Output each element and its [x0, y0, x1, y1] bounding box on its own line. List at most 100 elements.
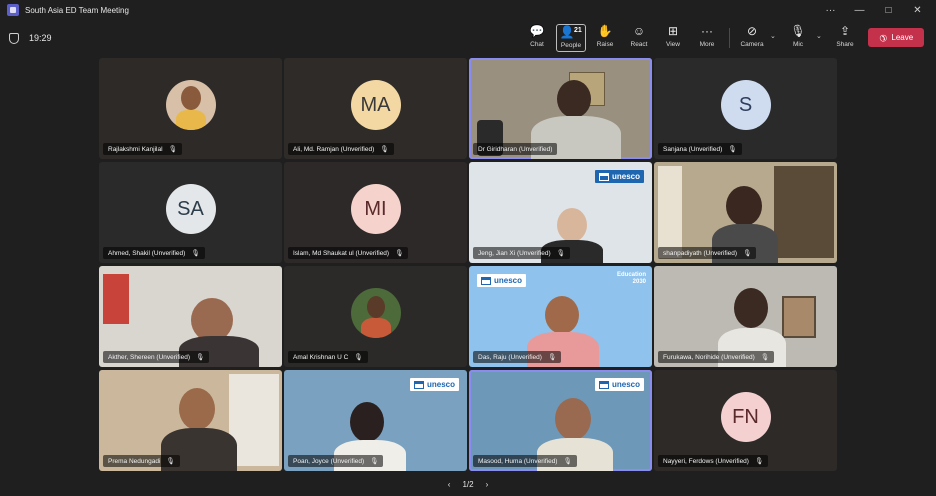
- participant-name-tag: Rajlakshmi Kanjilal 🎙: [103, 143, 182, 155]
- video-grid: Rajlakshmi Kanjilal 🎙 MA Ali, Md. Ramjan…: [99, 58, 837, 472]
- participant-name: Poan, Joyce (Unverified): [293, 457, 365, 465]
- hand-icon: ✋: [597, 24, 613, 38]
- participant-name: Ahmed, Shakil (Unverified): [108, 249, 186, 257]
- participant-tile[interactable]: unesco Jeng, Jian Xi (Unverified) 🎙: [469, 162, 652, 263]
- participant-head: [545, 296, 579, 334]
- participant-tile[interactable]: Dr Giridharan (Unverified): [469, 58, 652, 159]
- camera-button[interactable]: ⊘ Camera: [737, 24, 767, 52]
- page-indicator: 1/2: [462, 479, 474, 489]
- participant-name: Masood, Huma (Unverified): [478, 457, 558, 465]
- mic-off-icon: 🎙: [395, 250, 404, 257]
- share-button[interactable]: ⇪ Share: [830, 24, 860, 52]
- participant-tile[interactable]: S Sanjana (Unverified) 🎙: [654, 58, 837, 159]
- participant-name-tag: Islam, Md Shaukat ul (Unverified) 🎙: [288, 247, 409, 259]
- participant-name-tag: Akther, Shereen (Unverified) 🎙: [103, 351, 210, 363]
- meeting-timer: 19:29: [9, 32, 52, 44]
- participant-head: [179, 388, 215, 430]
- chat-button[interactable]: 💬 Chat: [522, 24, 552, 52]
- participant-name: Dr Giridharan (Unverified): [478, 145, 553, 153]
- camera-options-chevron-icon[interactable]: ⌄: [770, 32, 776, 40]
- phone-icon: ✆: [876, 31, 890, 45]
- camera-off-icon: ⊘: [746, 24, 758, 38]
- react-button[interactable]: ☺ React: [624, 24, 654, 52]
- participant-tile[interactable]: FN Nayyeri, Ferdows (Unverified) 🎙: [654, 370, 837, 471]
- participant-name-tag: Nayyeri, Ferdows (Unverified) 🎙: [658, 455, 769, 467]
- participant-name-tag: Ali, Md. Ramjan (Unverified) 🎙: [288, 143, 394, 155]
- people-button[interactable]: 👤 21 People: [556, 24, 586, 52]
- mic-off-icon: 🎙: [790, 24, 806, 38]
- view-button[interactable]: ⊞ View: [658, 24, 688, 52]
- close-button[interactable]: ✕: [903, 0, 932, 20]
- participant-name: Rajlakshmi Kanjilal: [108, 145, 163, 153]
- minimize-button[interactable]: —: [845, 0, 874, 20]
- participant-tile[interactable]: unesco Masood, Huma (Unverified) 🎙: [469, 370, 652, 471]
- mic-button[interactable]: 🎙 Mic: [783, 24, 813, 52]
- participant-name-tag: Das, Raju (Unverified) 🎙: [473, 351, 562, 363]
- window: [658, 166, 682, 258]
- education-2030-logo: Education 2030: [616, 272, 646, 285]
- mic-off-icon: 🎙: [380, 146, 389, 153]
- wall-picture: [782, 296, 816, 338]
- people-icon: 👤: [559, 25, 575, 39]
- participant-tile[interactable]: unesco Education 2030 Das, Raju (Unverif…: [469, 266, 652, 367]
- more-button[interactable]: ··· More: [692, 24, 722, 52]
- raise-hand-button[interactable]: ✋ Raise: [590, 24, 620, 52]
- title-bar: South Asia ED Team Meeting ··· — □ ✕: [0, 0, 936, 20]
- temple-icon: [413, 380, 424, 389]
- initials-avatar: MI: [350, 184, 401, 235]
- participant-photo-avatar: [350, 288, 401, 339]
- mic-off-icon: 🎙: [196, 354, 205, 361]
- participant-tile[interactable]: Prema Nedungadi 🎙: [99, 370, 282, 471]
- participant-tile[interactable]: Rajlakshmi Kanjilal 🎙: [99, 58, 282, 159]
- temple-icon: [481, 276, 491, 285]
- participant-name-tag: Poan, Joyce (Unverified) 🎙: [288, 455, 384, 467]
- mic-off-icon: 🎙: [547, 354, 557, 361]
- participant-name: Ali, Md. Ramjan (Unverified): [293, 145, 375, 153]
- mic-off-icon: 🎙: [760, 354, 770, 361]
- react-label: React: [630, 41, 648, 48]
- teams-logo-icon: [7, 4, 19, 16]
- leave-label: Leave: [891, 33, 914, 42]
- participant-tile[interactable]: SA Ahmed, Shakil (Unverified) 🎙: [99, 162, 282, 263]
- participant-tile[interactable]: MA Ali, Md. Ramjan (Unverified) 🎙: [284, 58, 467, 159]
- mic-off-icon: 🎙: [166, 458, 175, 465]
- window-more-icon[interactable]: ···: [816, 0, 845, 20]
- share-icon: ⇪: [839, 24, 851, 38]
- previous-page-icon[interactable]: ‹: [448, 480, 451, 489]
- participant-name-tag: Dr Giridharan (Unverified): [473, 143, 558, 155]
- meeting-toolbar: 19:29 💬 Chat 👤 21 People ✋ Raise ☺ React…: [0, 20, 936, 56]
- leave-button[interactable]: ✆ Leave: [868, 28, 924, 47]
- participant-head: [557, 80, 591, 118]
- mic-off-icon: 🎙: [563, 458, 572, 465]
- temple-icon: [598, 380, 609, 389]
- participant-name: Das, Raju (Unverified): [478, 353, 542, 361]
- mic-options-chevron-icon[interactable]: ⌄: [816, 32, 822, 40]
- participant-name-tag: Ahmed, Shakil (Unverified) 🎙: [103, 247, 205, 259]
- bookshelf: [774, 166, 834, 258]
- unesco-logo: unesco: [477, 274, 527, 287]
- unesco-logo: unesco: [594, 378, 644, 391]
- more-label: More: [699, 41, 715, 48]
- ellipsis-icon: ···: [701, 24, 713, 38]
- mic-off-icon: 🎙: [743, 250, 752, 257]
- participant-tile[interactable]: Furukawa, Norihide (Unverified) 🎙: [654, 266, 837, 367]
- participant-name: Amal Krishnan U C: [293, 353, 349, 361]
- participant-name-tag: Sanjana (Unverified) 🎙: [658, 143, 742, 155]
- maximize-button[interactable]: □: [874, 0, 903, 20]
- chat-label: Chat: [530, 41, 544, 48]
- participant-name-tag: Prema Nedungadi 🎙: [103, 455, 180, 467]
- participant-tile[interactable]: Akther, Shereen (Unverified) 🎙: [99, 266, 282, 367]
- camera-label: Camera: [740, 41, 764, 48]
- participant-photo-avatar: [165, 80, 216, 131]
- participant-tile[interactable]: Amal Krishnan U C 🎙: [284, 266, 467, 367]
- temple-icon: [598, 172, 609, 181]
- participant-name-tag: Masood, Huma (Unverified) 🎙: [473, 455, 577, 467]
- shield-icon: [9, 32, 19, 44]
- share-label: Share: [836, 41, 854, 48]
- people-label: People: [560, 42, 582, 49]
- timer-text: 19:29: [29, 33, 52, 43]
- participant-tile[interactable]: MI Islam, Md Shaukat ul (Unverified) 🎙: [284, 162, 467, 263]
- participant-tile[interactable]: shanpadiyath (Unverified) 🎙: [654, 162, 837, 263]
- participant-tile[interactable]: unesco Poan, Joyce (Unverified) 🎙: [284, 370, 467, 471]
- next-page-icon[interactable]: ›: [486, 480, 489, 489]
